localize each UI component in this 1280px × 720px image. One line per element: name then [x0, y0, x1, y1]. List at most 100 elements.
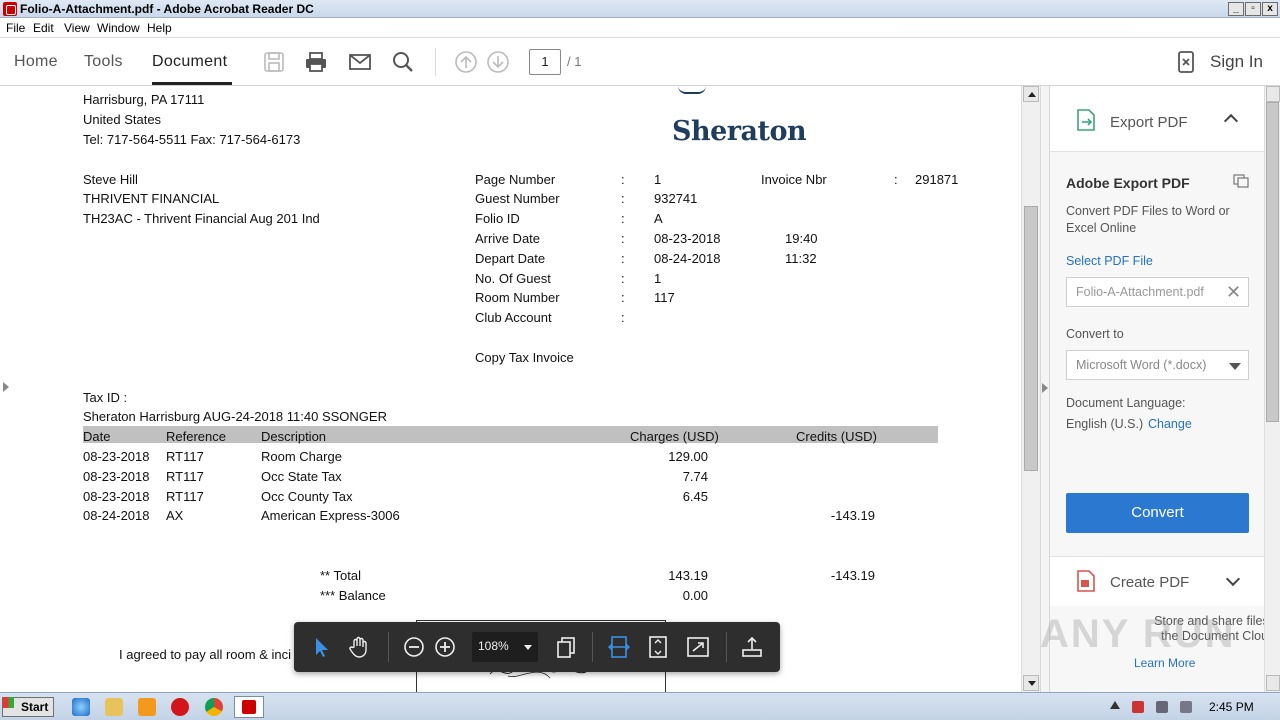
active-tab-indicator — [152, 82, 232, 85]
select-pdf-file-link[interactable]: Select PDF File — [1066, 254, 1153, 268]
scroll-down-arrow-icon[interactable] — [1266, 675, 1280, 691]
left-panel-toggle-icon[interactable] — [3, 382, 9, 392]
title-bar: Folio-A-Attachment.pdf - Adobe Acrobat R… — [0, 0, 1280, 18]
format-selected-value: Microsoft Word (*.docx) — [1076, 358, 1207, 372]
tab-tools[interactable]: Tools — [84, 53, 123, 71]
page-number-input[interactable]: 1 — [529, 49, 561, 75]
column-header-description: Description — [261, 429, 327, 444]
column-header-charges: Charges (USD) — [630, 429, 719, 444]
row-date: 08-23-2018 — [83, 489, 150, 504]
fit-page-icon[interactable] — [646, 635, 670, 659]
close-button[interactable]: x — [1262, 2, 1278, 16]
share-upload-icon[interactable] — [740, 635, 764, 659]
floating-page-toolbar: 108% — [294, 622, 780, 672]
action-center-icon[interactable] — [1132, 701, 1144, 713]
menu-view[interactable]: View — [64, 21, 90, 35]
media-player-icon[interactable] — [138, 698, 156, 716]
balance-value: 0.00 — [682, 588, 708, 603]
anyrun-watermark: ANY RUN — [1040, 612, 1236, 656]
invoice-number: 291871 — [915, 172, 959, 187]
network-icon[interactable] — [1156, 701, 1168, 713]
field-value: 08-23-2018 — [654, 231, 721, 246]
zoom-in-icon[interactable] — [433, 635, 457, 659]
fit-width-icon[interactable] — [607, 635, 631, 659]
next-page-icon[interactable] — [486, 50, 510, 74]
previous-page-icon[interactable] — [454, 50, 478, 74]
convert-button[interactable]: Convert — [1066, 493, 1249, 533]
selected-file-field[interactable]: Folio-A-Attachment.pdf ✕ — [1066, 277, 1249, 307]
hand-tool-icon[interactable] — [347, 635, 371, 659]
menu-help[interactable]: Help — [147, 21, 172, 35]
volume-icon[interactable] — [1180, 701, 1192, 713]
menu-file[interactable]: File — [6, 21, 25, 35]
scrollbar-thumb[interactable] — [1266, 102, 1279, 422]
export-pdf-header[interactable]: Export PDF — [1050, 86, 1264, 152]
zoom-level-value: 108% — [478, 639, 509, 653]
save-icon[interactable] — [262, 50, 286, 74]
maximize-button[interactable]: ▫ — [1245, 2, 1261, 16]
acrobat-app-icon — [3, 2, 17, 16]
row-date: 08-23-2018 — [83, 469, 150, 484]
full-screen-icon[interactable] — [686, 635, 710, 659]
page-display-icon[interactable] — [554, 635, 578, 659]
collapse-right-pane-icon[interactable] — [1042, 383, 1048, 393]
sign-in-link[interactable]: Sign In — [1210, 52, 1263, 72]
chevron-down-icon[interactable] — [1225, 571, 1241, 587]
create-pdf-header[interactable]: Create PDF — [1050, 556, 1264, 606]
row-credits: -143.19 — [830, 508, 875, 523]
scroll-up-arrow-icon[interactable] — [1023, 86, 1039, 102]
scroll-down-arrow-icon[interactable] — [1023, 675, 1039, 691]
internet-explorer-icon[interactable] — [72, 698, 90, 716]
field-separator: : — [621, 310, 625, 325]
windows-taskbar: Start 2:45 PM — [0, 692, 1280, 720]
change-language-link[interactable]: Change — [1148, 417, 1192, 431]
convert-to-label: Convert to — [1066, 327, 1124, 341]
row-charges: 129.00 — [668, 449, 708, 464]
scrollbar-thumb[interactable] — [1024, 206, 1038, 471]
format-dropdown[interactable]: Microsoft Word (*.docx) — [1066, 350, 1249, 380]
field-value: 117 — [654, 290, 675, 305]
field-value: 1 — [654, 271, 662, 286]
system-clock[interactable]: 2:45 PM — [1209, 700, 1254, 714]
chrome-icon[interactable] — [205, 698, 223, 716]
menu-window[interactable]: Window — [97, 21, 140, 35]
field-label: Arrive Date — [475, 231, 541, 246]
field-time: 11:32 — [785, 251, 817, 266]
clear-file-icon[interactable]: ✕ — [1226, 282, 1241, 303]
field-separator: : — [621, 290, 625, 305]
field-value: 08-24-2018 — [654, 251, 721, 266]
tab-home[interactable]: Home — [14, 53, 58, 71]
chevron-down-icon — [1229, 363, 1241, 370]
select-tool-icon[interactable] — [310, 635, 334, 659]
show-hidden-icons-icon[interactable] — [1110, 701, 1120, 709]
field-label: Club Account — [475, 310, 552, 325]
field-label: Room Number — [475, 290, 560, 305]
row-description: Occ County Tax — [261, 489, 353, 504]
minimize-button[interactable]: _ — [1228, 2, 1244, 16]
opera-icon[interactable] — [171, 698, 189, 716]
tools-pane-scrollbar[interactable] — [1264, 86, 1280, 692]
document-scrollbar[interactable] — [1021, 86, 1040, 692]
search-icon[interactable] — [391, 50, 415, 74]
mail-icon[interactable] — [348, 50, 372, 74]
mobile-link-icon[interactable] — [1174, 50, 1198, 74]
field-separator: : — [621, 211, 625, 226]
create-pdf-title: Create PDF — [1110, 574, 1190, 591]
menu-edit[interactable]: Edit — [33, 21, 54, 35]
tab-document[interactable]: Document — [152, 53, 227, 71]
scroll-up-arrow-icon[interactable] — [1266, 86, 1280, 102]
acrobat-taskbar-button[interactable] — [234, 696, 264, 718]
copy-tax-invoice: Copy Tax Invoice — [475, 350, 574, 365]
zoom-out-icon[interactable] — [402, 635, 426, 659]
copy-icon[interactable] — [1233, 174, 1249, 188]
print-icon[interactable] — [304, 50, 328, 74]
file-explorer-icon[interactable] — [105, 698, 123, 716]
create-pdf-icon — [1077, 570, 1095, 592]
field-separator: : — [621, 231, 625, 246]
zoom-level-dropdown[interactable]: 108% — [472, 632, 538, 662]
learn-more-link[interactable]: Learn More — [1134, 656, 1195, 670]
chevron-up-icon[interactable] — [1223, 113, 1239, 129]
column-header-date: Date — [83, 429, 111, 444]
field-label: Page Number — [475, 172, 556, 187]
toolbar-separator — [726, 632, 727, 662]
